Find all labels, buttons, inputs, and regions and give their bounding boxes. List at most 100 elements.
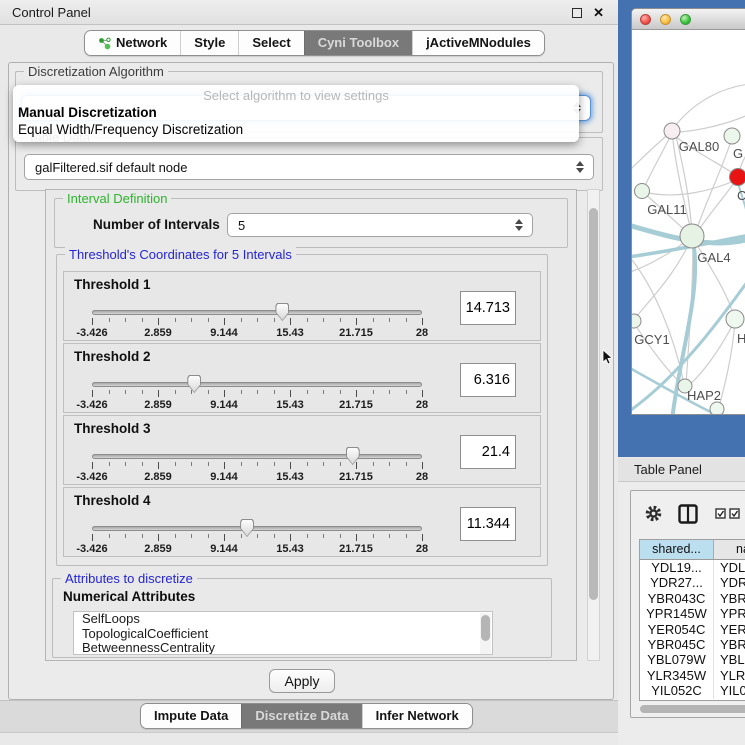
zoom-traffic-light-icon[interactable] [680, 14, 691, 25]
close-traffic-light-icon[interactable] [640, 14, 651, 25]
cell: YPR1 [714, 606, 745, 621]
numerical-attributes-list[interactable]: SelfLoops TopologicalCoefficient Between… [73, 611, 493, 655]
network-node[interactable] [632, 314, 641, 328]
network-node[interactable] [724, 128, 740, 144]
tab-discretize-data[interactable]: Discretize Data [241, 704, 361, 728]
slider-ticks [92, 390, 422, 398]
network-node-label: HAP2 [687, 388, 721, 403]
slider-track [92, 454, 422, 459]
tab-cyni-toolbox[interactable]: Cyni Toolbox [304, 31, 412, 55]
attributes-group: Attributes to discretize Numerical Attri… [52, 578, 552, 658]
tab-jactivemnodules[interactable]: jActiveMNodules [412, 31, 544, 55]
table-row[interactable]: YER054CYER0 [640, 622, 745, 637]
close-icon[interactable]: ✕ [593, 4, 604, 22]
group-title: Attributes to discretize [61, 571, 197, 586]
combo-stepper-icon [573, 155, 587, 179]
cell: YDL19... [640, 560, 714, 575]
columns-icon[interactable] [678, 504, 698, 524]
network-window-titlebar[interactable] [632, 9, 745, 30]
select-all-checkboxes-icon[interactable] [715, 508, 741, 519]
threshold-3-value-field[interactable]: 21.4 [460, 435, 516, 469]
slider-track [92, 382, 422, 387]
tab-label: Style [194, 31, 225, 55]
threshold-2-box: Threshold 2 -3.4262.8599.14415.4321.7152… [63, 343, 541, 413]
num-intervals-combobox[interactable]: 5 [227, 213, 533, 237]
column-header-name[interactable]: na [714, 540, 745, 559]
tab-select[interactable]: Select [238, 31, 303, 55]
tab-label: Impute Data [154, 704, 228, 728]
network-node[interactable] [726, 310, 744, 328]
threshold-1-value-field[interactable]: 14.713 [460, 291, 516, 325]
network-edge[interactable] [672, 84, 745, 130]
table-row[interactable]: YDR27...YDR2 [640, 575, 745, 590]
cell: YDL1 [714, 560, 745, 575]
threshold-4-value-field[interactable]: 11.344 [460, 507, 516, 541]
panel-scrollbar[interactable] [587, 189, 600, 661]
network-edge[interactable] [643, 133, 672, 190]
network-node[interactable] [680, 224, 704, 248]
numerical-attributes-heading: Numerical Attributes [63, 589, 195, 604]
table-row[interactable]: YBR043CYBR0 [640, 591, 745, 606]
cell: YIL0 [714, 683, 745, 698]
combo-value: 5 [238, 214, 245, 238]
app-root: Control Panel ✕ Network Style Select Cyn… [0, 0, 745, 745]
column-header-shared-name[interactable]: shared... [640, 540, 714, 559]
cell: YDR27... [640, 575, 714, 590]
network-node-label: GCY1 [634, 332, 669, 347]
tab-infer-network[interactable]: Infer Network [362, 704, 472, 728]
dropdown-option-equal-width[interactable]: Equal Width/Frequency Discretization [13, 121, 579, 138]
scrollbar-thumb[interactable] [481, 615, 490, 641]
apply-button[interactable]: Apply [269, 669, 335, 693]
tab-network[interactable]: Network [85, 31, 180, 55]
tab-style[interactable]: Style [180, 31, 238, 55]
scrollbar-thumb[interactable] [589, 208, 598, 600]
node-attribute-table[interactable]: shared... na YDL19...YDL1 YDR27...YDR2 Y… [639, 539, 745, 701]
list-item[interactable]: BetweennessCentrality [74, 641, 492, 655]
table-row[interactable]: YPR145WYPR1 [640, 606, 745, 621]
dropdown-prompt: Select algorithm to view settings [13, 88, 579, 104]
cell: YBL0 [714, 652, 745, 667]
table-row[interactable]: YLR345WYLR3 [640, 668, 745, 683]
slider-scale: -3.4262.8599.14415.4321.71528 [92, 327, 422, 339]
network-canvas[interactable]: GAL80GCGAL11GAL4GCY1HHAP2 [632, 30, 745, 415]
table-horizontal-scrollbar[interactable] [639, 704, 745, 714]
dropdown-option-manual[interactable]: Manual Discretization [13, 104, 579, 121]
gear-icon[interactable] [644, 504, 663, 523]
table-row[interactable]: YIL052CYIL0 [640, 683, 745, 698]
cell: YBR0 [714, 591, 745, 606]
table-row[interactable]: YBR045CYBR0 [640, 637, 745, 652]
threshold-2-value-field[interactable]: 6.316 [460, 363, 516, 397]
table-row[interactable]: YDL19...YDL1 [640, 560, 745, 575]
cell: YER054C [640, 622, 714, 637]
network-node[interactable] [635, 184, 650, 199]
list-item[interactable]: SelfLoops [74, 612, 492, 627]
tab-label: Infer Network [376, 704, 459, 728]
network-node[interactable] [664, 123, 680, 139]
table-panel-title: Table Panel [634, 458, 702, 482]
cell: YBR0 [714, 637, 745, 652]
network-icon [98, 37, 111, 50]
table-row[interactable]: YBL079WYBL0 [640, 652, 745, 667]
table-header-row: shared... na [640, 540, 745, 560]
list-item[interactable]: TopologicalCoefficient [74, 627, 492, 642]
network-node[interactable] [710, 402, 724, 415]
list-scrollbar[interactable] [480, 613, 491, 655]
minimize-traffic-light-icon[interactable] [660, 14, 671, 25]
network-graph[interactable]: GAL80GCGAL11GAL4GCY1HHAP2 [632, 30, 745, 415]
threshold-3-box: Threshold 3 -3.4262.8599.14415.4321.7152… [63, 415, 541, 485]
network-window[interactable]: GAL80GCGAL11GAL4GCY1HHAP2 [631, 8, 745, 415]
slider-scale: -3.4262.8599.14415.4321.71528 [92, 543, 422, 555]
table-panel: Table Panel shared... na [618, 458, 745, 745]
network-node-label: H [737, 331, 745, 346]
network-edge[interactable] [644, 180, 736, 195]
table-data-combobox[interactable]: galFiltered.sif default node [24, 154, 594, 180]
network-node[interactable] [730, 169, 745, 186]
network-node-label: GAL11 [647, 202, 687, 217]
float-panel-icon[interactable] [572, 8, 582, 18]
tab-label: jActiveMNodules [426, 31, 531, 55]
tab-impute-data[interactable]: Impute Data [141, 704, 241, 728]
network-node-label: G [733, 146, 743, 161]
scrollbar-thumb[interactable] [640, 705, 745, 713]
interval-definition-group: Interval Definition Number of Intervals … [54, 198, 568, 248]
mouse-cursor [602, 349, 613, 365]
